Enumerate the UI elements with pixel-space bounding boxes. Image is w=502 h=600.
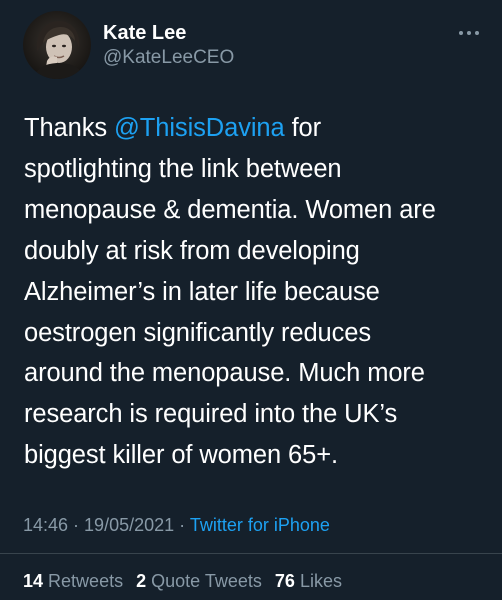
tweet-line: oestrogen significantly reduces xyxy=(24,318,372,347)
mention-link[interactable]: @ThisisDavina xyxy=(114,114,285,142)
tweet-time[interactable]: 14:46 xyxy=(23,515,68,535)
tweet-line: menopause & dementia. Women are xyxy=(24,195,436,224)
divider xyxy=(0,553,502,554)
tweet-source-link[interactable]: Twitter for iPhone xyxy=(190,515,330,535)
likes-count: 76 xyxy=(274,571,295,591)
tweet-line: Alzheimer’s in later life because xyxy=(24,277,380,306)
tweet-text-segment: Thanks xyxy=(24,114,115,142)
quote-tweets-count: 2 xyxy=(136,571,147,591)
retweets-label: Retweets xyxy=(48,571,124,591)
quote-tweets-stat[interactable]: 2 Quote Tweets xyxy=(136,570,262,592)
more-options-button[interactable] xyxy=(452,18,486,48)
likes-stat[interactable]: 76 Likes xyxy=(275,570,342,592)
quote-tweets-label: Quote Tweets xyxy=(151,571,262,591)
likes-label: Likes xyxy=(299,571,342,591)
more-horizontal-icon xyxy=(459,31,479,35)
tweet-stats: 14 Retweets 2 Quote Tweets 76 Likes xyxy=(23,570,350,592)
tweet-line: biggest killer of women 65+. xyxy=(24,441,338,470)
tweet-date[interactable]: 19/05/2021 xyxy=(84,515,174,535)
tweet-text-segment: for xyxy=(284,114,322,142)
avatar[interactable] xyxy=(23,11,91,79)
tweet-meta: 14:46 · 19/05/2021 · Twitter for iPhone xyxy=(23,514,330,536)
retweets-stat[interactable]: 14 Retweets xyxy=(23,570,123,592)
tweet-line: research is required into the UK’s xyxy=(24,400,398,429)
tweet-line: around the menopause. Much more xyxy=(24,359,425,388)
retweets-count: 14 xyxy=(23,571,44,591)
author-handle[interactable]: @KateLeeCEO xyxy=(103,47,234,69)
meta-separator: · xyxy=(174,515,190,535)
avatar-photo xyxy=(23,11,91,79)
tweet-line: spotlighting the link between xyxy=(24,154,342,183)
tweet-line: Thanks @ThisisDavina for xyxy=(24,108,494,149)
tweet-line: doubly at risk from developing xyxy=(24,236,360,265)
meta-separator: · xyxy=(68,515,85,535)
author-display-name[interactable]: Kate Lee xyxy=(103,21,186,45)
tweet-text: Thanks @ThisisDavina for spotlighting th… xyxy=(24,108,494,476)
